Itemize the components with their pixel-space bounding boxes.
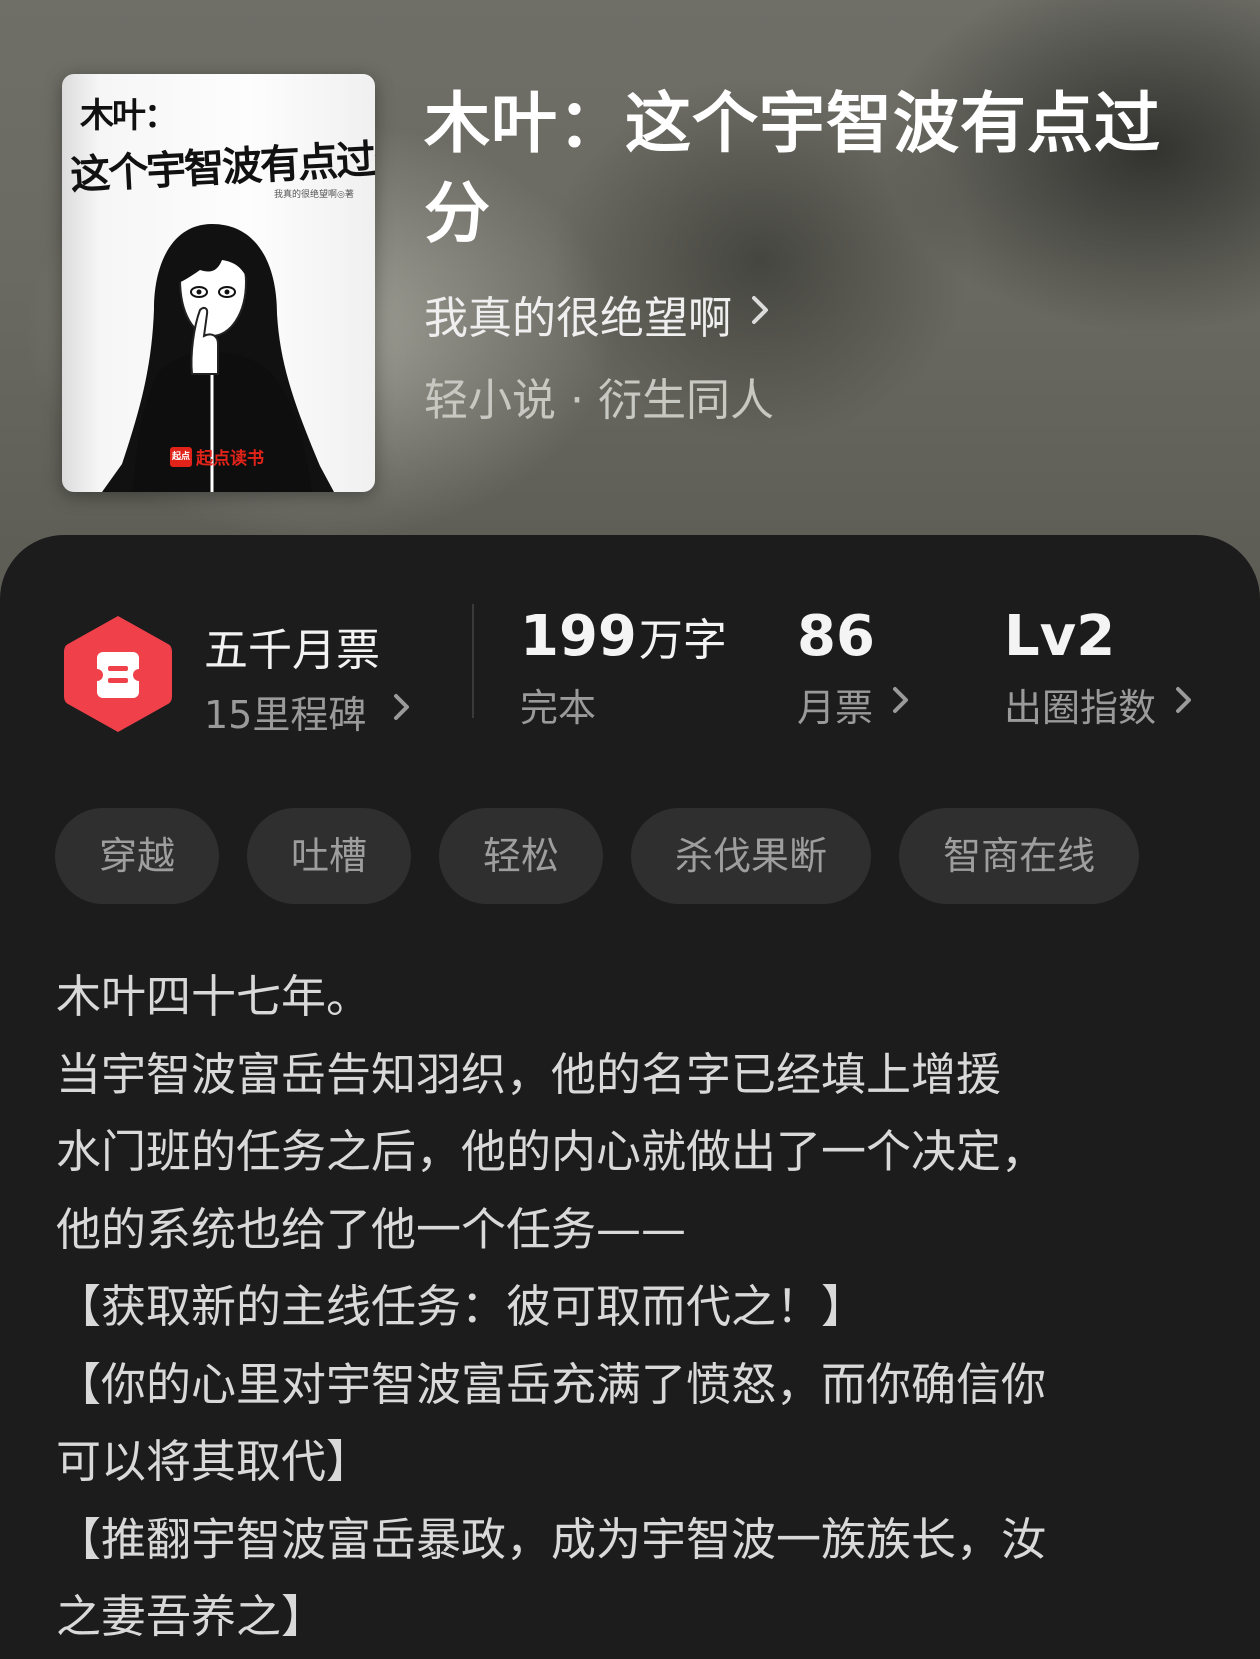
description-line: 【推翻宇智波富岳暴政，成为宇智波一族族长，汝 xyxy=(56,1512,1047,1566)
badge-title: 五千月票 xyxy=(204,625,380,676)
tag-chip[interactable]: 轻松 xyxy=(439,808,604,904)
tag-chip[interactable]: 杀伐果断 xyxy=(631,808,872,904)
description-line: 他的系统也给了他一个任务—— xyxy=(56,1202,687,1256)
word-count-unit: 万字 xyxy=(638,615,727,666)
word-count-value: 199万字 xyxy=(520,604,727,669)
cover-publisher-name: 起点读书 xyxy=(196,449,264,469)
description-line: 之妻吾养之】 xyxy=(56,1590,327,1643)
level-label: 出圈指数 xyxy=(1004,677,1194,732)
tag-list: 穿越 吐槽 轻松 杀伐果断 智商在线 xyxy=(55,808,1140,904)
tag-chip[interactable]: 智商在线 xyxy=(899,808,1140,904)
description-line: 可以将其取代】 xyxy=(56,1435,372,1488)
stat-word-count: 199万字 完本 xyxy=(520,604,727,732)
level-label-text: 出圈指数 xyxy=(1004,686,1157,730)
monthly-ticket-icon xyxy=(64,616,172,732)
badge-subtitle-link[interactable]: 15里程碑 xyxy=(204,684,412,739)
completion-status: 完本 xyxy=(520,686,597,730)
cover-publisher-logo: 起点 起点读书 xyxy=(170,444,264,469)
author-link[interactable]: 我真的很绝望啊 xyxy=(424,282,772,346)
header-backdrop: 木叶： 这个宇智波有点过分 我真的很绝望啊◎著 起点 起点读书 木叶：这个宇智波… xyxy=(0,0,1260,600)
cover-author: 我真的很绝望啊◎著 xyxy=(274,190,354,200)
stat-popularity-level[interactable]: Lv2 出圈指数 xyxy=(1004,604,1194,732)
book-description[interactable]: 木叶四十七年。 当宇智波富岳告知羽织，他的名字已经填上增援 水门班的任务之后，他… xyxy=(56,958,1216,1656)
chevron-right-icon xyxy=(750,292,772,337)
honor-badge[interactable] xyxy=(60,612,176,740)
monthly-votes-value: 86 xyxy=(797,604,875,669)
stat-monthly-votes[interactable]: 86 月票 xyxy=(797,604,911,732)
monthly-votes-label: 月票 xyxy=(797,677,911,732)
chevron-right-icon xyxy=(1174,684,1194,725)
author-name: 我真的很绝望啊 xyxy=(424,293,732,344)
book-title: 木叶：这个宇智波有点过分 xyxy=(424,84,1161,252)
description-line: 木叶四十七年。 xyxy=(56,970,372,1023)
badge-subtitle: 15里程碑 xyxy=(204,693,367,737)
chevron-right-icon xyxy=(392,691,412,732)
description-line: 水门班的任务之后，他的内心就做出了一个决定， xyxy=(56,1125,1047,1178)
description-line: 【你的心里对宇智波富岳充满了愤怒，而你确信你 xyxy=(56,1357,1047,1411)
tag-chip[interactable]: 吐槽 xyxy=(247,808,412,904)
book-genre[interactable]: 轻小说 · 衍生同人 xyxy=(424,364,774,428)
stats-divider xyxy=(472,604,474,718)
level-value: Lv2 xyxy=(1004,604,1116,669)
chevron-right-icon xyxy=(891,684,911,725)
tag-chip[interactable]: 穿越 xyxy=(55,808,220,904)
qidian-logo-icon: 起点 xyxy=(170,446,192,467)
description-line: 当宇智波富岳告知羽织，他的名字已经填上增援 xyxy=(56,1047,1002,1101)
word-count-number: 199 xyxy=(520,604,637,669)
description-line: 【获取新的主线任务：彼可取而代之！】 xyxy=(56,1280,867,1333)
monthly-votes-text: 月票 xyxy=(797,686,874,730)
cover-title-line1: 木叶： xyxy=(80,96,178,136)
word-count-label: 完本 xyxy=(520,677,727,732)
book-cover[interactable]: 木叶： 这个宇智波有点过分 我真的很绝望啊◎著 起点 起点读书 xyxy=(62,74,375,492)
